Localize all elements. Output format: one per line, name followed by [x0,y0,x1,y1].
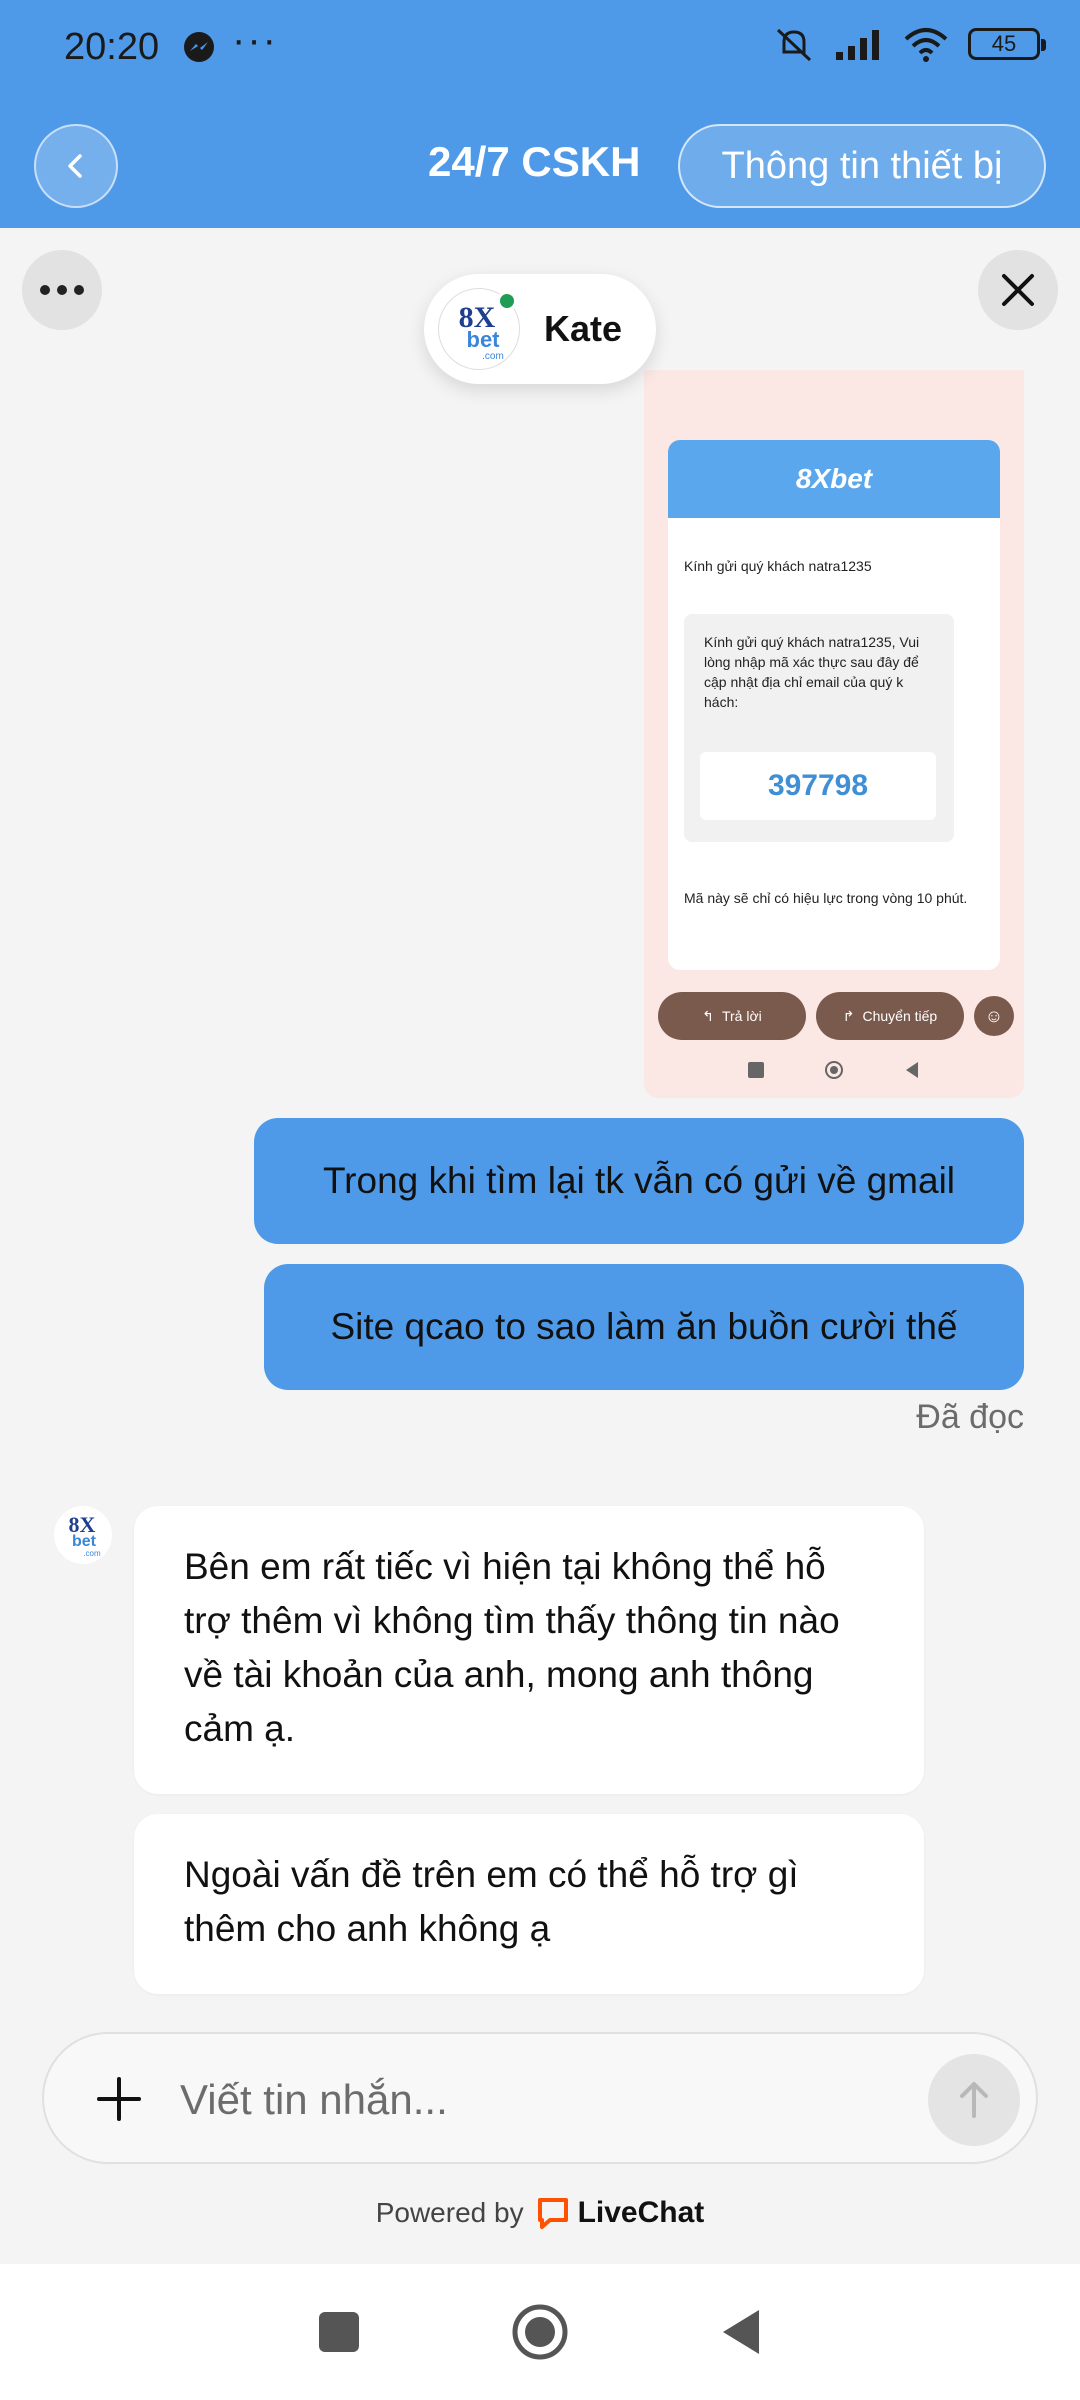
status-icons: 45 [772,24,1046,64]
image-attachment[interactable]: 8Xbet Kính gửi quý khách natra1235 Kính … [644,370,1024,1098]
forward-icon: ↱ [842,1007,855,1024]
reply-pill: ↰ Trả lời [658,992,806,1040]
powered-by-label: Powered by [375,2197,524,2228]
dot-icon [74,285,84,295]
svg-text:bet: bet [467,327,501,352]
livechat-icon [537,2198,568,2229]
agent-badge: 8X bet .com Kate [424,274,656,384]
menu-more-button[interactable] [22,250,102,330]
agent-message-avatar: 8X bet .com [54,1506,112,1564]
verification-code: 397798 [700,752,936,820]
svg-text:.com: .com [83,1549,101,1558]
page-title: 24/7 CSKH [428,138,641,185]
signal-icon [836,30,879,60]
attachment-navbar [644,1060,1024,1080]
svg-text:.com: .com [482,351,504,362]
svg-text:bet: bet [72,1533,97,1550]
dot-icon [40,285,50,295]
message-composer [42,2032,1038,2164]
message-incoming[interactable]: Bên em rất tiếc vì hiện tại không thể hỗ… [134,1506,924,1794]
messenger-icon [184,32,214,62]
device-info-button[interactable]: Thông tin thiết bị [678,124,1046,208]
add-attachment-button[interactable] [84,2064,154,2134]
triangle-icon [906,1062,918,1078]
system-nav-bar [0,2264,1080,2400]
message-outgoing[interactable]: Site qcao to sao làm ăn buồn cười thế [264,1264,1024,1390]
email-note: Mã này sẽ chỉ có hiệu lực trong vòng 10 … [684,890,968,906]
agent-name: Kate [544,308,623,349]
send-button[interactable] [928,2054,1020,2146]
back-nav-button[interactable] [719,2307,763,2357]
circle-icon [825,1061,843,1079]
dot-icon [57,285,67,295]
status-more-icon: ··· [232,18,278,62]
battery-icon: 45 [968,28,1046,60]
home-button[interactable] [511,2303,569,2361]
arrow-up-icon [960,2082,988,2118]
reply-icon: ↰ [702,1007,714,1024]
email-card: 8Xbet Kính gửi quý khách natra1235 Kính … [668,440,1000,970]
attachment-actions: ↰ Trả lời ↱ Chuyển tiếp ☺ [658,992,1014,1040]
close-chat-button[interactable] [978,250,1058,330]
email-box-text: Kính gửi quý khách natra1235, Vui lòng n… [704,634,920,710]
forward-pill: ↱ Chuyển tiếp [816,992,964,1040]
emoji-icon: ☺ [974,996,1014,1036]
powered-by: Powered by LiveChat [0,2196,1080,2230]
forward-label: Chuyển tiếp [862,1008,938,1024]
email-greeting: Kính gửi quý khách natra1235 [684,558,872,574]
chevron-left-icon [68,154,82,178]
online-status-dot [497,291,517,311]
livechat-link[interactable]: LiveChat [536,2196,705,2230]
mute-icon [776,28,812,62]
close-icon [1002,274,1034,306]
livechat-brand: LiveChat [577,2196,705,2229]
email-code-box: Kính gửi quý khách natra1235, Vui lòng n… [684,614,954,842]
recents-button[interactable] [317,2310,361,2354]
agent-avatar: 8X bet .com [438,288,520,370]
message-incoming[interactable]: Ngoài vấn đề trên em có thể hỗ trợ gì th… [134,1814,924,1994]
message-input[interactable] [180,2072,820,2128]
plus-icon [97,2077,141,2121]
message-outgoing[interactable]: Trong khi tìm lại tk vẫn có gửi về gmail [254,1118,1024,1244]
back-button[interactable] [34,124,118,208]
square-icon [748,1062,764,1078]
brand-logo: 8X bet .com [69,1512,101,1558]
status-time: 20:20 [64,26,160,68]
email-brand: 8Xbet [668,440,1000,518]
read-receipt: Đã đọc [916,1398,1024,1436]
wifi-icon [904,28,948,62]
reply-label: Trả lời [721,1008,762,1024]
